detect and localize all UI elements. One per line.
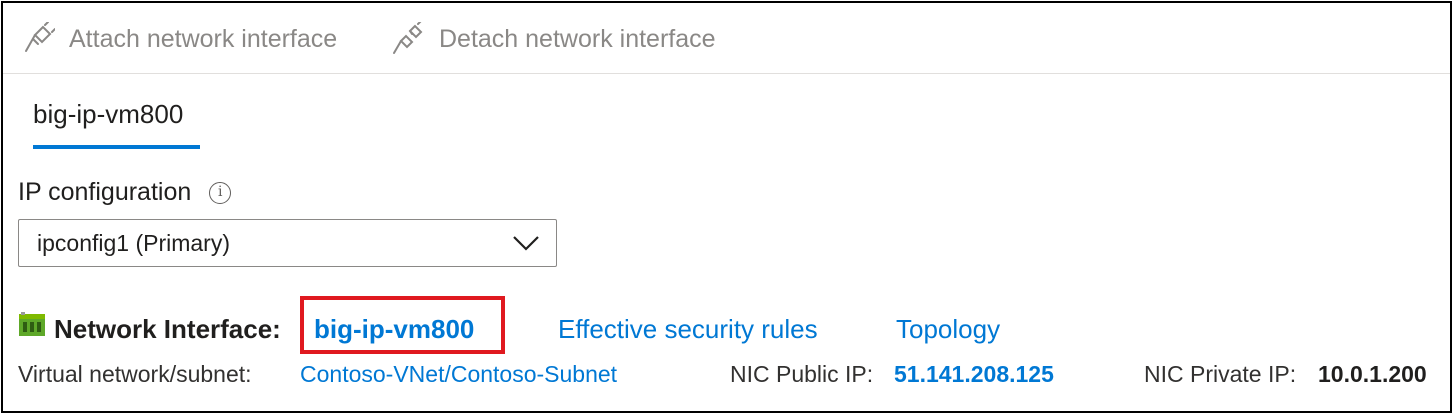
topology-link[interactable]: Topology	[896, 314, 1000, 345]
ip-configuration-dropdown[interactable]: ipconfig1 (Primary)	[18, 219, 557, 267]
attach-network-interface-label: Attach network interface	[69, 24, 338, 53]
effective-security-rules-link[interactable]: Effective security rules	[558, 314, 818, 345]
network-settings-panel: Attach network interface Detach network …	[1, 1, 1452, 413]
command-bar: Attach network interface Detach network …	[3, 3, 1450, 74]
network-interface-row: Network Interface: big-ip-vm800 Effectiv…	[18, 296, 1438, 354]
public-ip-label: NIC Public IP:	[730, 361, 874, 387]
info-icon[interactable]: i	[209, 181, 232, 204]
ip-configuration-selected: ipconfig1 (Primary)	[37, 230, 230, 256]
detach-network-interface-label: Detach network interface	[439, 24, 716, 53]
network-interface-icon	[19, 312, 45, 336]
vnet-link[interactable]: Contoso-VNet/Contoso-Subnet	[300, 361, 617, 388]
ip-configuration-text: IP configuration	[18, 178, 192, 206]
private-ip-value: 10.0.1.200	[1318, 361, 1427, 387]
tab-active-indicator	[33, 145, 200, 149]
ip-configuration-label: IP configuration i	[18, 178, 232, 207]
tab-big-ip-vm800[interactable]: big-ip-vm800	[33, 99, 183, 130]
vnet-label: Virtual network/subnet:	[18, 361, 252, 387]
plug-connect-icon	[25, 22, 55, 52]
attach-network-interface-button[interactable]: Attach network interface	[21, 21, 337, 57]
public-ip-value[interactable]: 51.141.208.125	[894, 361, 1054, 388]
detach-network-interface-button[interactable]: Detach network interface	[391, 21, 716, 57]
network-interface-link[interactable]: big-ip-vm800	[314, 314, 474, 345]
plug-disconnect-icon	[393, 22, 423, 54]
private-ip-label: NIC Private IP:	[1144, 361, 1297, 387]
network-interface-label: Network Interface:	[54, 314, 281, 344]
chevron-down-icon	[513, 236, 539, 251]
